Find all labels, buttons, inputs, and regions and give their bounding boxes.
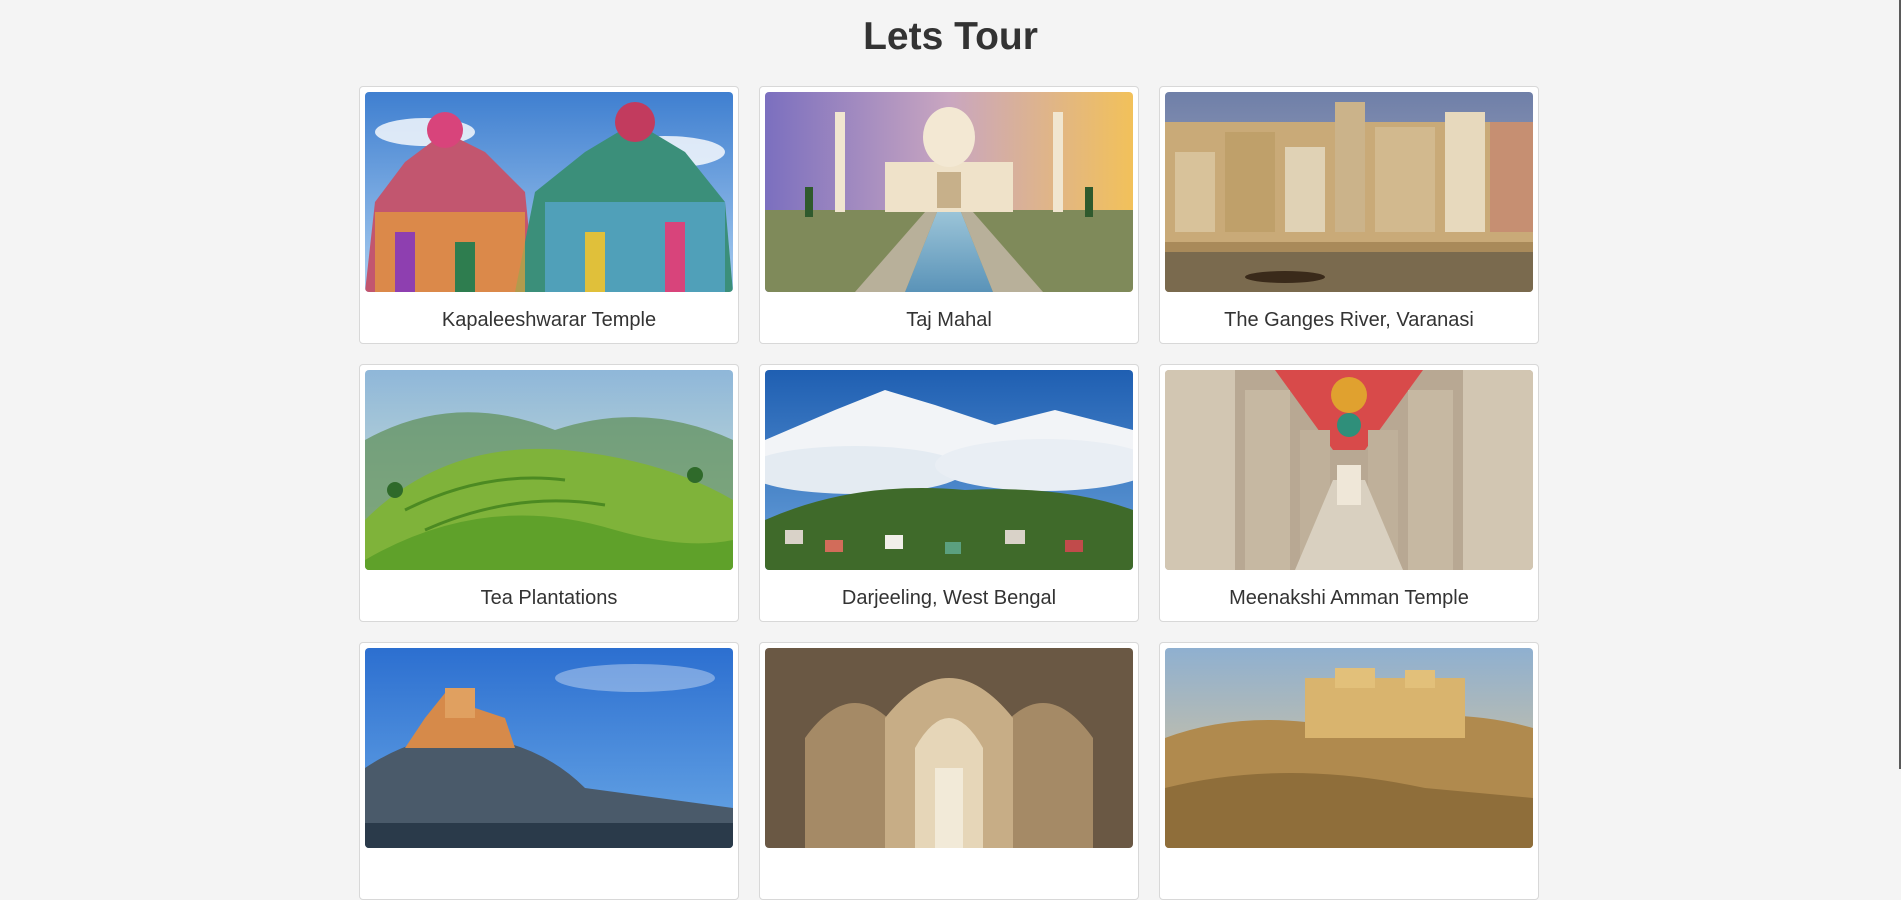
- card-title[interactable]: Darjeeling, West Bengal: [765, 586, 1133, 610]
- tea-plantation-hills-image[interactable]: [365, 370, 733, 570]
- card-title[interactable]: Meenakshi Amman Temple: [1165, 586, 1533, 610]
- destination-card[interactable]: The Ganges River, Varanasi: [1159, 86, 1539, 344]
- card-title[interactable]: Taj Mahal: [765, 308, 1133, 332]
- himalaya-mountain-town-image[interactable]: [765, 370, 1133, 570]
- destination-card[interactable]: [759, 642, 1139, 900]
- page-title: Lets Tour: [863, 15, 1038, 58]
- colorful-temple-gopuram-image[interactable]: [365, 92, 733, 292]
- hilltop-fort-image[interactable]: [365, 648, 733, 848]
- destination-card[interactable]: Tea Plantations: [359, 364, 739, 622]
- card-title[interactable]: Tea Plantations: [365, 586, 733, 610]
- destination-card[interactable]: Darjeeling, West Bengal: [759, 364, 1139, 622]
- destination-grid: Kapaleeshwarar Temple Taj Mahal The Gang…: [359, 86, 1539, 900]
- card-title[interactable]: The Ganges River, Varanasi: [1165, 308, 1533, 332]
- taj-mahal-image[interactable]: [765, 92, 1133, 292]
- varanasi-ghats-image[interactable]: [1165, 92, 1533, 292]
- destination-card[interactable]: Taj Mahal: [759, 86, 1139, 344]
- arched-palace-hall-image[interactable]: [765, 648, 1133, 848]
- desert-fort-image[interactable]: [1165, 648, 1533, 848]
- card-title[interactable]: Kapaleeshwarar Temple: [365, 308, 733, 332]
- destination-card[interactable]: Meenakshi Amman Temple: [1159, 364, 1539, 622]
- destination-card[interactable]: [1159, 642, 1539, 900]
- temple-pillared-corridor-image[interactable]: [1165, 370, 1533, 570]
- destination-card[interactable]: Kapaleeshwarar Temple: [359, 86, 739, 344]
- destination-card[interactable]: [359, 642, 739, 900]
